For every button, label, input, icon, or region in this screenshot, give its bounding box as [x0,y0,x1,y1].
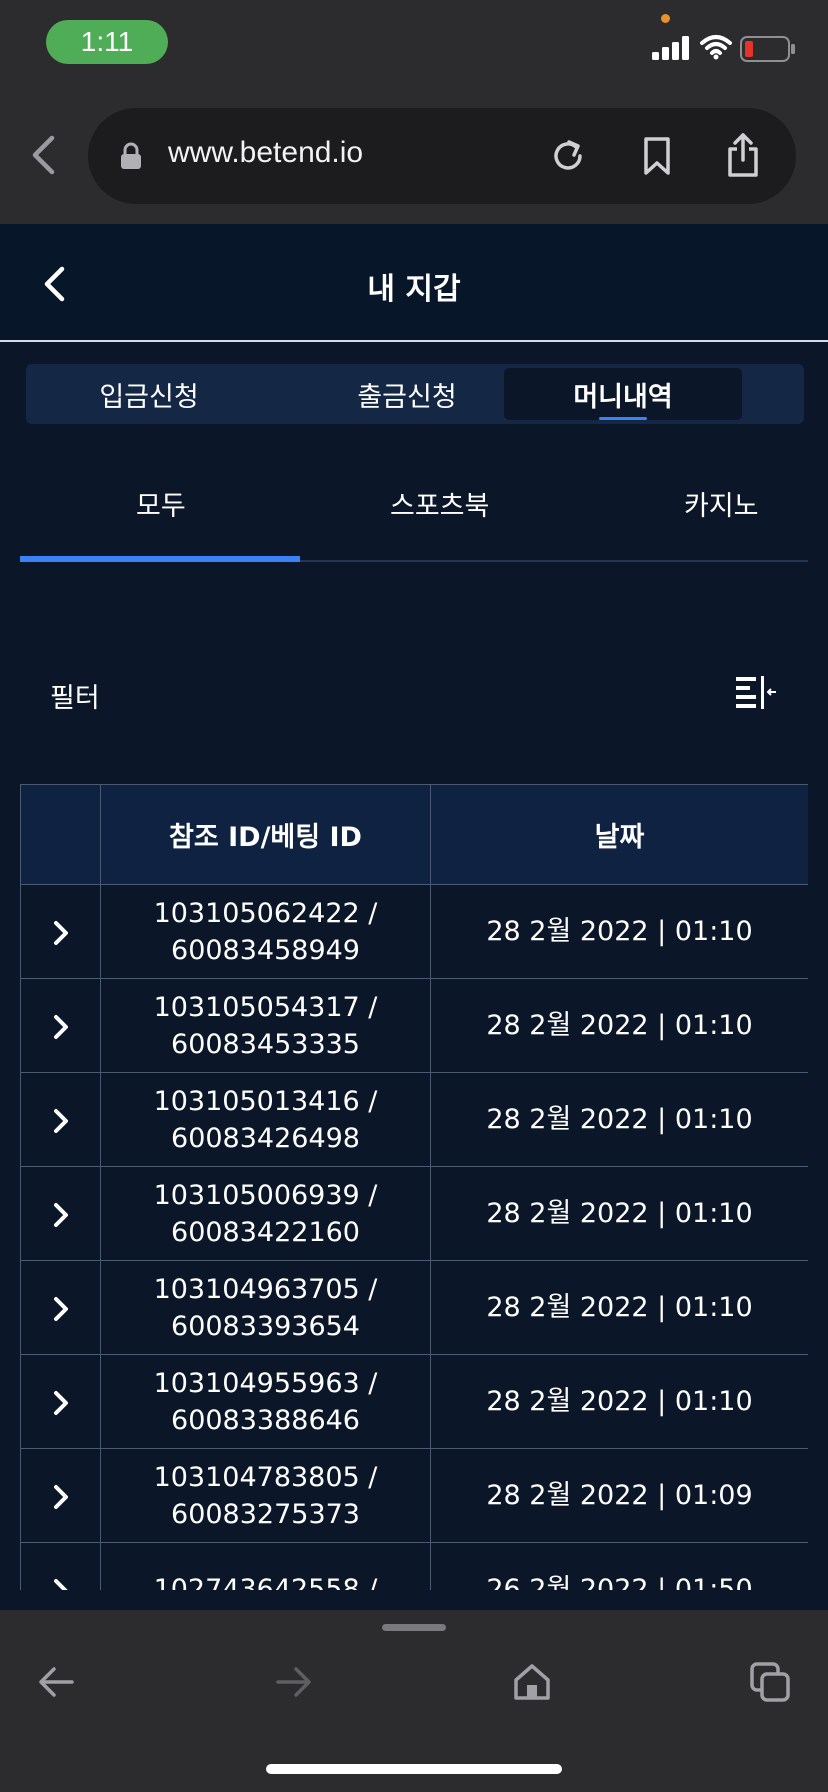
table-row[interactable]: 103105062422 / 60083458949 28 2월 2022 | 0… [20,884,808,979]
app-header: 내 지갑 [0,224,828,342]
reference-id-cell: 102743642558 / [100,1542,431,1590]
expand-row-cell[interactable] [20,1260,101,1355]
subtab-casino[interactable]: 카지노 [684,484,759,523]
table-row[interactable]: 103104955963 / 60083388646 28 2월 2022 | 0… [20,1354,808,1449]
filter-collapse-icon[interactable] [734,674,778,710]
chevron-right-icon [53,1014,68,1039]
chevron-right-icon [53,1484,68,1509]
transaction-table-container[interactable]: 참조 ID/베팅 ID 날짜 103105062422 / 60083458949… [20,784,808,1590]
browser-toolbar [0,1610,828,1792]
expand-row-cell[interactable] [20,1166,101,1261]
reference-id-cell: 103105062422 / 60083458949 [100,884,431,979]
expand-row-cell[interactable] [20,1072,101,1167]
bet-id: 60083388646 [171,1404,360,1436]
table-row[interactable]: 103105006939 / 60083422160 28 2월 2022 | 0… [20,1166,808,1261]
status-time[interactable]: 1:11 [46,20,168,64]
reference-id: 103104963705 / [153,1273,378,1305]
date-cell: 28 2월 2022 | 01:10 [430,884,808,979]
reference-id-cell: 103105006939 / 60083422160 [100,1166,431,1261]
column-header-expand [20,784,101,885]
table-row[interactable]: 103104783805 / 60083275373 28 2월 2022 | 0… [20,1448,808,1543]
transaction-table: 참조 ID/베팅 ID 날짜 103105062422 / 60083458949… [20,784,808,1590]
date-cell: 28 2월 2022 | 01:10 [430,1260,808,1355]
table-header-row: 참조 ID/베팅 ID 날짜 [20,784,808,885]
reference-id: 102743642558 / [153,1574,378,1590]
mic-indicator-dot [661,14,670,23]
reference-id: 103104955963 / [153,1367,378,1399]
page-title: 내 지갑 [367,272,461,307]
browser-back-chevron-icon[interactable] [28,134,58,176]
column-header-reference-id: 참조 ID/베팅 ID [100,784,431,885]
lock-icon [121,142,141,169]
expand-row-cell[interactable] [20,1542,101,1590]
chevron-right-icon [53,1390,68,1415]
date-cell: 28 2월 2022 | 01:10 [430,1354,808,1449]
home-indicator[interactable] [266,1764,562,1774]
table-row[interactable]: 102743642558 / 26 2월 2022 | 01:50 [20,1542,808,1590]
subtab-all[interactable]: 모두 [136,484,186,523]
reference-id-cell: 103105013416 / 60083426498 [100,1072,431,1167]
date-cell: 28 2월 2022 | 01:10 [430,1072,808,1167]
subtab-active-indicator [20,556,300,562]
subtab-sportsbook[interactable]: 스포츠북 [390,484,489,523]
battery-low-icon [740,36,795,62]
chevron-right-icon [53,1578,68,1590]
reference-id-cell: 103105054317 / 60083453335 [100,978,431,1073]
history-subtabs: 모두 스포츠북 카지노 [20,470,808,562]
bookmark-icon[interactable] [642,136,672,176]
chevron-right-icon [53,1108,68,1133]
bet-id: 60083422160 [171,1216,360,1248]
status-bar: 1:11 [0,0,828,88]
bet-id: 60083453335 [171,1028,360,1060]
tab-deposit-request[interactable]: 입금신청 [30,368,268,420]
reference-id-cell: 103104963705 / 60083393654 [100,1260,431,1355]
reference-id: 103105062422 / [153,897,378,929]
wallet-segment-tabs: 입금신청 출금신청 머니내역 [26,364,804,424]
tab-money-history[interactable]: 머니내역 [504,368,742,420]
table-row[interactable]: 103105013416 / 60083426498 28 2월 2022 | 0… [20,1072,808,1167]
chevron-right-icon [53,1296,68,1321]
filter-label: 필터 [50,683,100,714]
chevron-right-icon [53,920,68,945]
expand-row-cell[interactable] [20,978,101,1073]
bet-id: 60083393654 [171,1310,360,1342]
home-icon[interactable] [510,1660,554,1704]
expand-row-cell[interactable] [20,1448,101,1543]
tabs-icon[interactable] [748,1660,792,1704]
cellular-signal-icon [652,36,689,60]
reference-id: 103104783805 / [153,1461,378,1493]
share-icon[interactable] [726,132,760,178]
table-row[interactable]: 103105054317 / 60083453335 28 2월 2022 | 0… [20,978,808,1073]
url-text[interactable]: www.betend.io [168,136,363,170]
reference-id-cell: 103104955963 / 60083388646 [100,1354,431,1449]
active-tab-underline [599,417,647,420]
chevron-right-icon [53,1202,68,1227]
forward-arrow-icon[interactable] [272,1660,316,1704]
date-cell: 26 2월 2022 | 01:50 [430,1542,808,1590]
tab-withdrawal-request[interactable]: 출금신청 [288,368,526,420]
reference-id-cell: 103104783805 / 60083275373 [100,1448,431,1543]
wifi-icon [700,35,732,60]
expand-row-cell[interactable] [20,884,101,979]
back-arrow-icon[interactable] [34,1660,78,1704]
bet-id: 60083458949 [171,934,360,966]
tab-money-history-label: 머니내역 [573,381,673,413]
url-field[interactable]: www.betend.io [88,108,796,204]
toolbar-grab-handle[interactable] [382,1624,446,1631]
reload-icon[interactable] [550,138,586,174]
bet-id: 60083275373 [171,1498,360,1530]
date-cell: 28 2월 2022 | 01:09 [430,1448,808,1543]
table-row[interactable]: 103104963705 / 60083393654 28 2월 2022 | 0… [20,1260,808,1355]
reference-id: 103105006939 / [153,1179,378,1211]
date-cell: 28 2월 2022 | 01:10 [430,1166,808,1261]
browser-address-bar: www.betend.io [0,88,828,224]
reference-id: 103105013416 / [153,1085,378,1117]
date-cell: 28 2월 2022 | 01:10 [430,978,808,1073]
reference-id: 103105054317 / [153,991,378,1023]
bet-id: 60083426498 [171,1122,360,1154]
expand-row-cell[interactable] [20,1354,101,1449]
column-header-date: 날짜 [430,784,808,885]
